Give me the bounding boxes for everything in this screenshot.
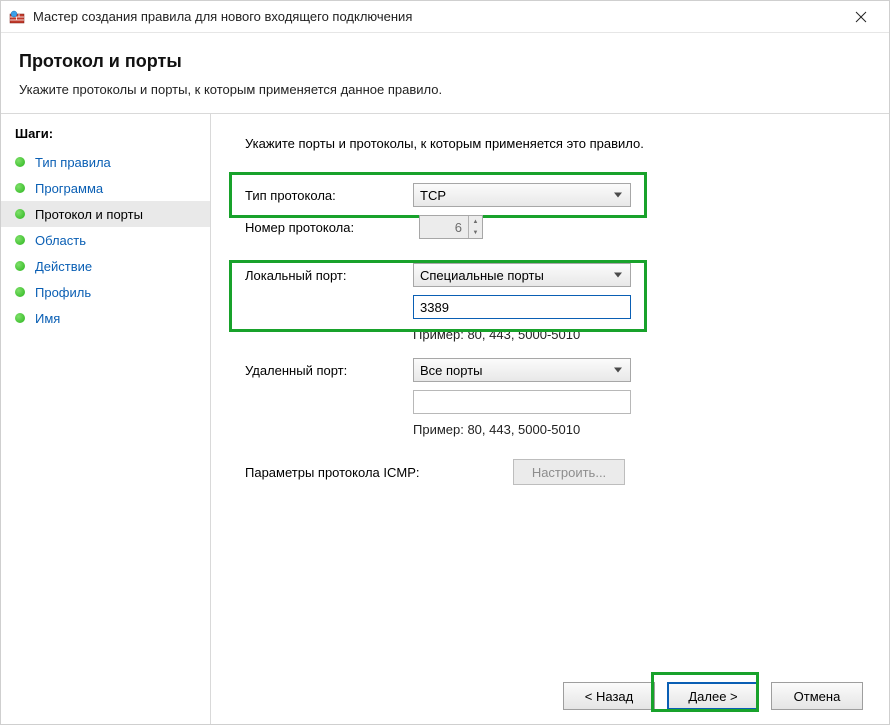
wizard-body: Шаги: Тип правила Программа Протокол и п… (1, 114, 889, 724)
step-rule-type[interactable]: Тип правила (1, 149, 210, 175)
spacer-label (245, 422, 413, 437)
cancel-button[interactable]: Отмена (771, 682, 863, 710)
close-button[interactable] (839, 2, 883, 32)
remote-port-example-row: Пример: 80, 443, 5000-5010 (245, 422, 863, 437)
local-port-example: Пример: 80, 443, 5000-5010 (413, 327, 580, 342)
protocol-type-row: Тип протокола: TCP (245, 183, 863, 207)
window-title: Мастер создания правила для нового входя… (33, 9, 839, 24)
protocol-number-value: 6 (420, 220, 468, 235)
local-port-mode-select[interactable]: Специальные порты (413, 263, 631, 287)
bullet-icon (15, 287, 25, 297)
local-port-row: Локальный порт: Специальные порты (245, 263, 863, 287)
remote-port-label: Удаленный порт: (245, 363, 413, 378)
wizard-button-row: < Назад Далее > Отмена (245, 670, 863, 710)
step-program[interactable]: Программа (1, 175, 210, 201)
icmp-row: Параметры протокола ICMP: Настроить... (245, 459, 863, 485)
bullet-icon (15, 261, 25, 271)
protocol-number-label: Номер протокола: (245, 220, 413, 235)
icmp-configure-button: Настроить... (513, 459, 625, 485)
bullet-icon (15, 313, 25, 323)
steps-heading: Шаги: (1, 126, 210, 149)
remote-port-mode-select[interactable]: Все порты (413, 358, 631, 382)
step-label: Программа (35, 181, 103, 196)
wizard-header: Протокол и порты Укажите протоколы и пор… (1, 33, 889, 114)
bullet-icon (15, 157, 25, 167)
remote-port-example: Пример: 80, 443, 5000-5010 (413, 422, 580, 437)
step-action[interactable]: Действие (1, 253, 210, 279)
local-port-example-row: Пример: 80, 443, 5000-5010 (245, 327, 863, 342)
titlebar: Мастер создания правила для нового входя… (1, 1, 889, 33)
local-port-label: Локальный порт: (245, 268, 413, 283)
back-button[interactable]: < Назад (563, 682, 655, 710)
wizard-window: Мастер создания правила для нового входя… (0, 0, 890, 725)
remote-port-value-row (245, 390, 863, 414)
next-button[interactable]: Далее > (667, 682, 759, 710)
step-label: Протокол и порты (35, 207, 143, 222)
spacer-label (245, 327, 413, 342)
local-port-value-row (245, 295, 863, 319)
local-port-mode-value: Специальные порты (420, 268, 544, 283)
protocol-type-label: Тип протокола: (245, 188, 413, 203)
icmp-label: Параметры протокола ICMP: (245, 465, 513, 480)
remote-port-row: Удаленный порт: Все порты (245, 358, 863, 382)
remote-port-mode-value: Все порты (420, 363, 483, 378)
bullet-icon (15, 183, 25, 193)
page-title: Протокол и порты (19, 51, 889, 72)
firewall-icon (9, 9, 25, 25)
step-profile[interactable]: Профиль (1, 279, 210, 305)
page-subtitle: Укажите протоколы и порты, к которым при… (19, 82, 889, 97)
step-label: Имя (35, 311, 60, 326)
bullet-icon (15, 235, 25, 245)
step-label: Область (35, 233, 86, 248)
remote-port-input[interactable] (413, 390, 631, 414)
step-label: Профиль (35, 285, 91, 300)
step-protocol-ports[interactable]: Протокол и порты (1, 201, 210, 227)
content-pane: Укажите порты и протоколы, к которым при… (211, 114, 889, 724)
protocol-type-value: TCP (420, 188, 446, 203)
step-label: Действие (35, 259, 92, 274)
protocol-number-row: Номер протокола: 6 ▲▼ (245, 215, 863, 239)
step-scope[interactable]: Область (1, 227, 210, 253)
steps-pane: Шаги: Тип правила Программа Протокол и п… (1, 114, 211, 724)
protocol-number-spinner: 6 ▲▼ (419, 215, 483, 239)
spinner-arrows-icon: ▲▼ (468, 216, 482, 238)
protocol-type-select[interactable]: TCP (413, 183, 631, 207)
bullet-icon (15, 209, 25, 219)
step-name[interactable]: Имя (1, 305, 210, 331)
content-instruction: Укажите порты и протоколы, к которым при… (245, 136, 863, 151)
local-port-input[interactable] (413, 295, 631, 319)
step-label: Тип правила (35, 155, 111, 170)
